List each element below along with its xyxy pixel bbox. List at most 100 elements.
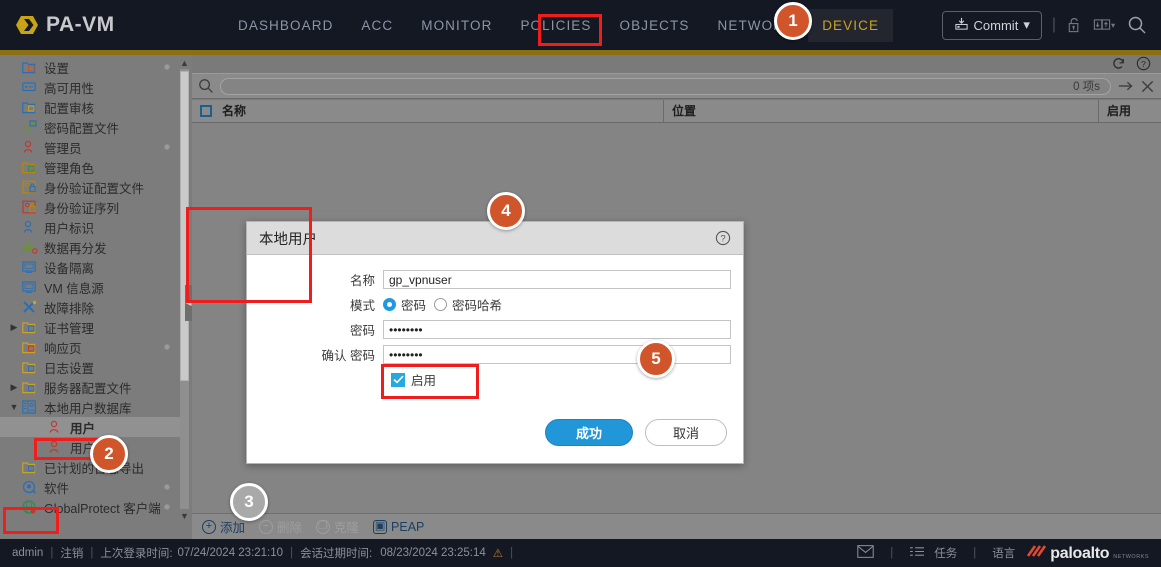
add-button[interactable]: + 添加 — [202, 517, 245, 536]
sidebar-item-label: 故障排除 — [44, 301, 95, 316]
sidebar-item-16[interactable]: ▶ 服务器配置文件 — [0, 377, 180, 397]
mode-radio-password[interactable]: 密码 — [383, 295, 426, 314]
clone-button[interactable]: ❐ 克隆 — [316, 517, 359, 536]
help-icon[interactable]: ? — [715, 230, 731, 246]
sidebar-item-label: 身份验证序列 — [44, 201, 120, 216]
sidebar-item-10[interactable]: 设备隔离 — [0, 257, 180, 277]
sidebar-item-label: 服务器配置文件 — [44, 381, 132, 396]
mode-radio-group: 密码 密码哈希 — [383, 295, 731, 314]
arrow-right-icon[interactable] — [1117, 78, 1134, 94]
sidebar-item-17[interactable]: ▼ 本地用户数据库 — [0, 397, 180, 417]
sidebar-item-6[interactable]: 身份验证配置文件 — [0, 177, 180, 197]
search-icon[interactable] — [1127, 15, 1147, 35]
cancel-button[interactable]: 取消 — [645, 418, 727, 446]
sidebar-item-13[interactable]: ▶ 证书管理 — [0, 317, 180, 337]
lock-icon[interactable] — [1066, 16, 1083, 34]
plus-circle-icon: + — [202, 519, 216, 534]
peap-button[interactable]: ▣ PEAP — [373, 519, 424, 534]
nav-objects[interactable]: OBJECTS — [606, 9, 704, 42]
ok-button[interactable]: 成功 — [545, 418, 633, 446]
column-header-location[interactable]: 位置 — [664, 99, 1099, 123]
sidebar-item-9[interactable]: 数据再分发 — [0, 237, 180, 257]
sidebar-item-label: 数据再分发 — [44, 241, 107, 256]
sidebar-item-22[interactable]: GlobalProtect 客户端 — [0, 497, 180, 517]
password-input[interactable] — [383, 320, 731, 339]
paloalto-slashes-icon — [1024, 544, 1047, 561]
delete-button-label: 删除 — [277, 521, 303, 535]
svg-text:?: ? — [720, 234, 725, 245]
scroll-down-arrow-icon[interactable]: ▼ — [180, 510, 189, 522]
help-icon[interactable]: ? — [1136, 56, 1151, 71]
high-availability-icon — [20, 79, 40, 95]
sidebar-item-0[interactable]: 设置 — [0, 57, 180, 77]
sidebar-item-4[interactable]: 管理员 — [0, 137, 180, 157]
device-quarantine-icon — [20, 259, 40, 275]
language-label[interactable]: 语言 — [992, 545, 1015, 561]
users-icon — [46, 419, 66, 435]
sidebar-item-18[interactable]: 用户 — [0, 417, 180, 437]
sidebar-item-label: 本地用户数据库 — [44, 401, 132, 416]
config-transfer-icon[interactable]: ▾ — [1093, 16, 1117, 34]
chevron-right-icon[interactable]: ▶ — [8, 322, 20, 333]
sidebar-item-label: 软件 — [44, 481, 70, 496]
chevron-down-icon[interactable]: ▼ — [8, 402, 20, 412]
nav-acc[interactable]: ACC — [347, 9, 407, 42]
select-all-checkbox[interactable] — [192, 105, 220, 117]
mail-icon[interactable] — [857, 545, 874, 561]
peap-icon: ▣ — [373, 519, 388, 534]
commit-icon — [954, 17, 969, 34]
panel-toolbar: ? — [192, 55, 1161, 72]
chevron-right-icon[interactable]: ▶ — [8, 382, 20, 393]
delete-button[interactable]: − 删除 — [259, 517, 302, 536]
column-header-name[interactable]: 名称 — [220, 99, 664, 123]
table-action-toolbar: + 添加 − 删除 ❐ 克隆 ▣ PEAP — [192, 513, 1161, 539]
sidebar-item-12[interactable]: 故障排除 — [0, 297, 180, 317]
sidebar-item-label: 高可用性 — [44, 81, 95, 96]
name-input[interactable] — [383, 270, 731, 289]
nav-policies[interactable]: POLICIES — [506, 9, 605, 42]
radio-selected-icon — [383, 298, 396, 311]
sidebar-item-5[interactable]: 管理角色 — [0, 157, 180, 177]
nav-device[interactable]: DEVICE — [808, 8, 894, 42]
step-badge-1: 1 — [774, 2, 812, 40]
mode-radio-password-hash[interactable]: 密码哈希 — [434, 295, 502, 314]
sidebar-item-label: 管理角色 — [44, 161, 95, 176]
session-expire-label: 会话过期时间: — [300, 548, 373, 560]
sidebar-item-status-dot — [164, 344, 170, 350]
search-input-container[interactable]: 0 项s — [220, 77, 1111, 95]
nav-right-tools: Commit ▾ | ▾ — [941, 10, 1147, 40]
table-header-row: 名称 位置 启用 — [192, 99, 1161, 123]
refresh-icon[interactable] — [1111, 56, 1126, 71]
certificate-management-icon — [20, 319, 40, 335]
nav-monitor[interactable]: MONITOR — [407, 9, 506, 42]
sidebar-item-label: 响应页 — [44, 341, 82, 356]
mode-field-row: 模式 密码 密码哈希 — [259, 294, 731, 315]
sidebar-item-14[interactable]: 响应页 — [0, 337, 180, 357]
logout-link[interactable]: 注销 — [60, 545, 83, 561]
tasks-icon[interactable] — [909, 545, 925, 561]
sidebar-item-8[interactable]: 用户标识 — [0, 217, 180, 237]
search-icon[interactable] — [198, 78, 214, 94]
sidebar-item-21[interactable]: 软件 — [0, 477, 180, 497]
dialog-footer: 成功 取消 — [247, 401, 743, 463]
software-icon — [20, 479, 40, 495]
sidebar-item-15[interactable]: 日志设置 — [0, 357, 180, 377]
sidebar-scroll-thumb[interactable] — [180, 71, 189, 381]
tasks-label[interactable]: 任务 — [934, 545, 957, 561]
paloalto-networks-subtext: NETWORKS — [1113, 553, 1149, 560]
status-divider: | — [973, 547, 977, 559]
confirm-password-input[interactable] — [383, 345, 731, 364]
enable-checkbox-row[interactable]: 启用 — [391, 370, 731, 389]
column-header-enabled[interactable]: 启用 — [1099, 100, 1161, 123]
scroll-up-arrow-icon[interactable]: ▲ — [180, 57, 189, 69]
sidebar-collapse-handle[interactable]: ◀ — [185, 285, 192, 321]
sidebar-item-7[interactable]: 身份验证序列 — [0, 197, 180, 217]
nav-dashboard[interactable]: DASHBOARD — [224, 9, 347, 42]
sidebar-item-1[interactable]: 高可用性 — [0, 77, 180, 97]
sidebar-item-3[interactable]: 密码配置文件 — [0, 117, 180, 137]
sidebar-item-11[interactable]: VM 信息源 — [0, 277, 180, 297]
commit-button[interactable]: Commit ▾ — [941, 10, 1042, 40]
step-badge-4: 4 — [487, 192, 525, 230]
close-icon[interactable] — [1140, 79, 1155, 94]
sidebar-item-2[interactable]: 配置审核 — [0, 97, 180, 117]
